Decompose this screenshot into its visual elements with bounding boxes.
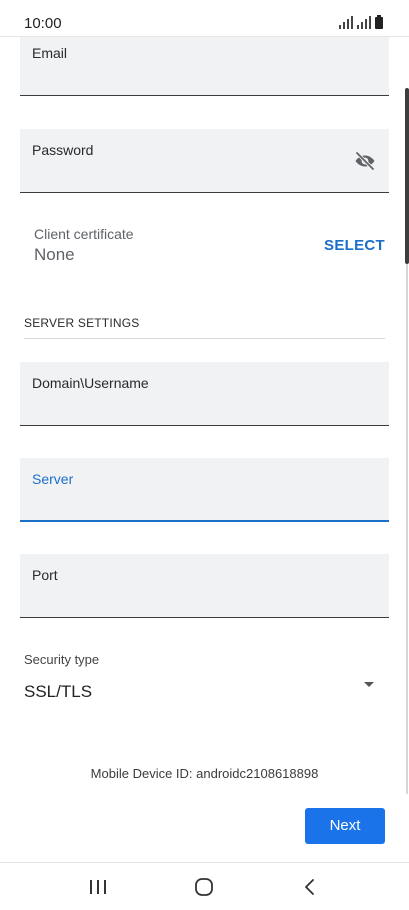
client-certificate-label: Client certificate bbox=[34, 226, 134, 242]
server-settings-header: SERVER SETTINGS bbox=[24, 316, 140, 330]
status-icons bbox=[339, 15, 385, 31]
password-field-label: Password bbox=[32, 142, 94, 158]
back-icon[interactable] bbox=[298, 876, 322, 898]
domain-username-field[interactable]: Domain\Username bbox=[20, 362, 389, 426]
security-type-label: Security type bbox=[24, 652, 100, 667]
status-bar: 10:00 bbox=[0, 0, 409, 37]
home-icon[interactable] bbox=[192, 876, 216, 898]
section-divider bbox=[24, 338, 385, 339]
email-field[interactable]: Email bbox=[20, 32, 389, 96]
select-certificate-button[interactable]: SELECT bbox=[324, 237, 385, 254]
signal-icon bbox=[339, 15, 383, 29]
server-field-label: Server bbox=[32, 471, 74, 487]
client-certificate-value: None bbox=[34, 245, 75, 264]
battery-icon bbox=[375, 15, 383, 29]
dropdown-arrow-icon[interactable] bbox=[363, 681, 375, 689]
server-field[interactable]: Server bbox=[20, 458, 389, 522]
status-time: 10:00 bbox=[24, 15, 62, 32]
security-type-dropdown[interactable]: SSL/TLS bbox=[24, 682, 92, 702]
scrollbar-thumb[interactable] bbox=[405, 88, 409, 264]
screen: 10:00 Email Password Client certificate … bbox=[0, 0, 409, 910]
navigation-bar bbox=[0, 862, 409, 910]
email-field-label: Email bbox=[32, 45, 68, 61]
mobile-device-id: Mobile Device ID: androidc2108618898 bbox=[90, 766, 319, 781]
scroll-track bbox=[406, 264, 408, 794]
eye-off-icon[interactable] bbox=[353, 149, 377, 173]
next-button[interactable]: Next bbox=[305, 808, 385, 844]
port-field-label: Port bbox=[32, 567, 58, 583]
port-field[interactable]: Port bbox=[20, 554, 389, 618]
password-field[interactable]: Password bbox=[20, 129, 389, 193]
recents-icon[interactable] bbox=[86, 876, 110, 898]
domain-username-label: Domain\Username bbox=[32, 375, 149, 391]
